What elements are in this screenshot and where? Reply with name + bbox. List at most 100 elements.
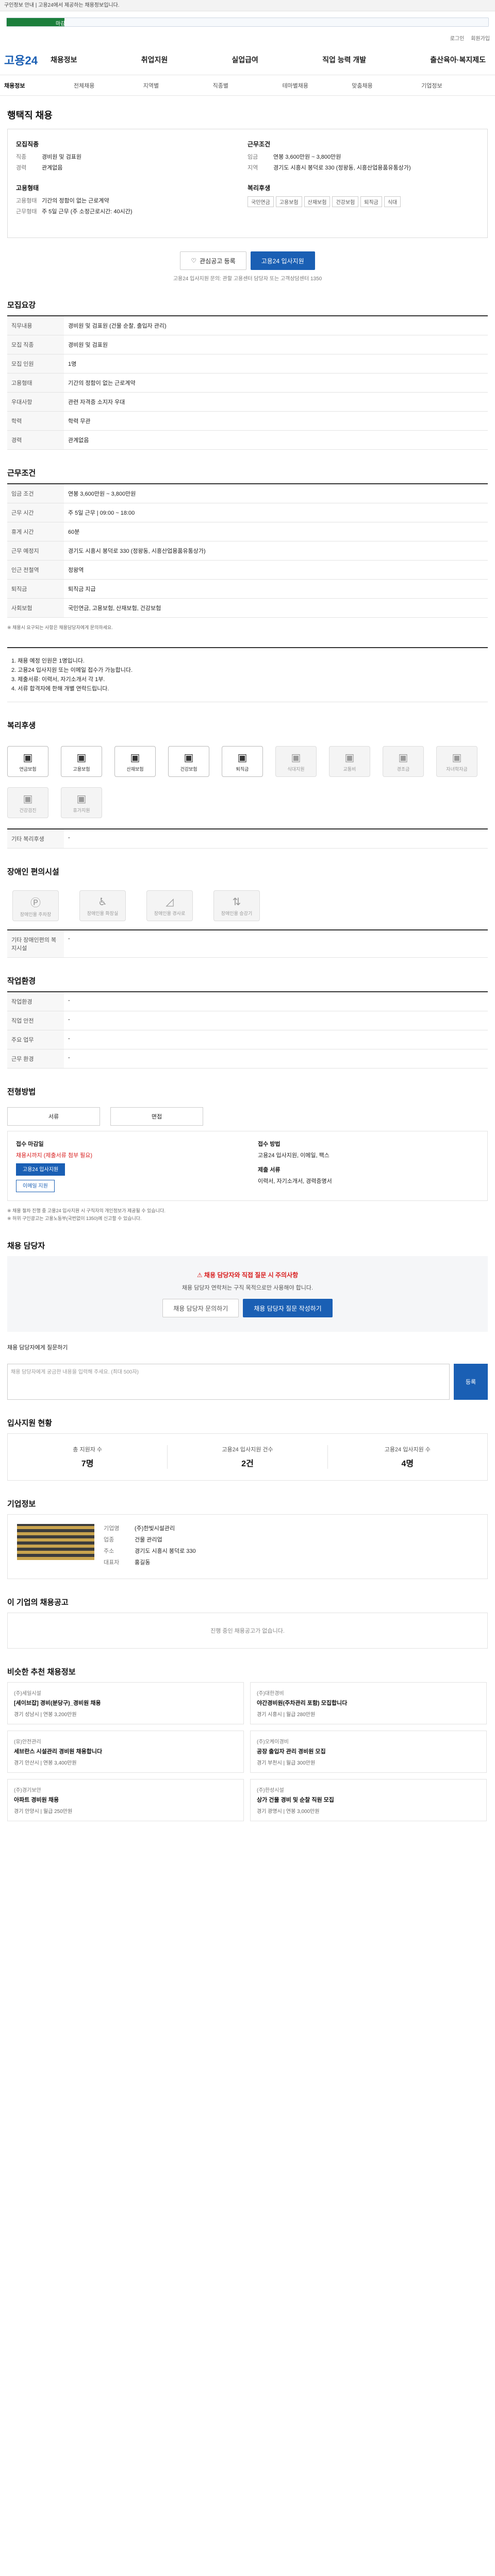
summary-occupation: 모집직종 직종 경비원 및 검표원 경력 관계없음 <box>16 140 248 174</box>
qna-alert-head: ⚠ 채용 담당자와 직접 질문 시 주의사항 <box>7 1270 488 1279</box>
signup-link[interactable]: 회원가입 <box>471 36 490 42</box>
email-apply-button[interactable]: 이메일 지원 <box>16 1180 55 1192</box>
barrier-grid: Ⓟ 장애인용 주차장 ♿ 장애인용 화장실 ◿ 장애인용 경사로 ⇅ 장애인용 승강기 <box>7 882 488 929</box>
process-methods: 서류 면접 <box>7 1102 488 1131</box>
qna-inquiry-button[interactable]: 채용 담당자 문의하기 <box>162 1299 239 1317</box>
primary-actions: ♡ 관심공고 등록 고용24 입사지원 <box>7 251 488 270</box>
welfare-label: 교통비 <box>343 766 356 772</box>
process-apply-button[interactable]: 고용24 입사지원 <box>16 1163 65 1176</box>
apply-deadline-value: 채용시까지 (제출서류 첨부 필요) <box>16 1153 93 1159</box>
stat-value: 2건 <box>241 1460 254 1468</box>
summary-value: 경기도 시흥시 봉덕로 330 (정왕동, 시흥산업용품유통상가) <box>273 165 411 171</box>
table-row: 인근 전철역 정왕역 <box>7 560 488 580</box>
barrier-item-restroom: ♿ 장애인용 화장실 <box>79 890 126 921</box>
qna-alert: ⚠ 채용 담당자와 직접 질문 시 주의사항 채용 담당자 연락처는 구직 목적… <box>7 1256 488 1332</box>
recommend-card[interactable]: (주)한성시설 상가 건물 경비 및 순찰 직원 모집 경기 광명시 | 연봉 3,… <box>250 1779 487 1821</box>
welfare-label: 건강보험 <box>180 766 197 772</box>
subnav-theme[interactable]: 테마별채용 <box>282 81 352 90</box>
table-row: 퇴직금 퇴직금 지급 <box>7 579 488 599</box>
qna-alert-buttons: 채용 담당자 문의하기 채용 담당자 질문 작성하기 <box>7 1299 488 1317</box>
row-key: 퇴직금 <box>7 579 64 599</box>
company-key: 기업명 <box>104 1526 120 1532</box>
subnav-all[interactable]: 전체채용 <box>74 81 143 90</box>
subnav-company[interactable]: 기업정보 <box>421 81 491 90</box>
qna-submit-button[interactable]: 등록 <box>454 1364 488 1400</box>
subnav-category[interactable]: 직종별 <box>213 81 283 90</box>
summary-key: 경력 <box>16 165 27 171</box>
warning-icon: ⚠ <box>196 1272 204 1279</box>
section-barrier-title: 장애인 편의시설 <box>7 868 59 876</box>
recommend-meta: 경기 안산시 | 연봉 3,400만원 <box>14 1760 77 1766</box>
apply-button[interactable]: 고용24 입사지원 <box>250 251 315 270</box>
company-key: 주소 <box>104 1548 114 1554</box>
section-recruit-title: 모집요강 <box>7 301 36 310</box>
site-logo[interactable]: 고용24 <box>4 52 51 68</box>
welfare-tag: 산재보험 <box>304 196 331 207</box>
apply-method: 접수 방법 고용24 입사지원, 이메일, 팩스 제출 서류 이력서, 자기소개… <box>258 1140 479 1192</box>
restroom-icon: ♿ <box>98 896 107 908</box>
company-info: 기업명 (주)한빛시설관리 업종 건물 관리업 주소 경기도 시흥시 봉덕로 330 … <box>104 1524 478 1569</box>
summary-value: 연봉 3,600만원 ~ 3,800만원 <box>273 154 341 160</box>
gnb-employment-support[interactable]: 취업지원 <box>141 55 168 65</box>
work-table: 임금 조건 연봉 3,600만원 ~ 3,800만원 근무 시간 주 5일 근무 |… <box>7 483 488 618</box>
company-value: 홍길동 <box>135 1560 151 1566</box>
recommend-card[interactable]: (주)오케이경비 공장 출입자 관리 경비원 모집 경기 부천시 | 월급 300만… <box>250 1731 487 1773</box>
welfare-icon: ▣ <box>398 752 408 764</box>
subnav-region[interactable]: 지역별 <box>143 81 213 90</box>
welfare-item: ▣ 건강보험 <box>168 746 209 777</box>
recommend-card[interactable]: (유)안전관리 세브란스 시설관리 경비원 채용합니다 경기 안산시 | 연봉 3,… <box>7 1731 244 1773</box>
summary-key: 임금 <box>248 154 258 160</box>
method-interview: 면접 <box>110 1107 203 1126</box>
footer-space <box>7 1821 488 1842</box>
recommend-company: (주)한성시설 <box>257 1788 284 1793</box>
recommend-card[interactable]: (주)경기보안 아파트 경비원 채용 경기 안양시 | 월급 250만원 <box>7 1779 244 1821</box>
job-title: 행택직 채용 <box>7 110 53 121</box>
recommend-meta: 경기 광명시 | 연봉 3,000만원 <box>257 1809 320 1815</box>
gnb-training[interactable]: 직업 능력 개발 <box>322 55 366 65</box>
summary-value: 경비원 및 검표원 <box>42 154 81 160</box>
env-table: 작업환경 - 직업 안전 - 주요 업무 - 근무 환경 - <box>7 991 488 1069</box>
subnav-custom[interactable]: 맞춤채용 <box>352 81 421 90</box>
welfare-label: 식대지원 <box>287 766 305 772</box>
welfare-label: 연금보험 <box>19 766 37 772</box>
welfare-label: 자녀학자금 <box>446 766 468 772</box>
recommend-title: 세브란스 시설관리 경비원 채용합니다 <box>14 1749 103 1755</box>
gnb-welfare[interactable]: 출산육아·복지제도 <box>430 55 486 65</box>
row-value: - <box>64 1011 488 1030</box>
welfare-tags: 국민연금 고용보험 산재보험 건강보험 퇴직금 식대 <box>248 196 474 207</box>
progress-track: 마감 <box>6 18 489 27</box>
summary-occupation-title: 모집직종 <box>16 141 39 148</box>
stat-label: 고용24 입사지원 수 <box>384 1447 431 1453</box>
recruit-table: 직무내용 경비원 및 검표원 (건물 순찰, 출입자 관리) 모집 직종 경비원 및… <box>7 315 488 450</box>
qna-textarea[interactable]: 채용 담당자에게 궁금한 내용을 입력해 주세요. (최대 500자) <box>7 1364 450 1400</box>
summary-value: 관계없음 <box>42 165 63 171</box>
company-box: 기업명 (주)한빛시설관리 업종 건물 관리업 주소 경기도 시흥시 봉덕로 330 … <box>7 1514 488 1579</box>
ramp-icon: ◿ <box>166 896 174 908</box>
welfare-label: 건강검진 <box>19 807 37 813</box>
gnb-unemployment-benefit[interactable]: 실업급여 <box>232 55 258 65</box>
recommend-card[interactable]: (주)대한경비 야간경비원(주차관리 포함) 모집합니다 경기 시흥시 | 월급 2… <box>250 1682 487 1724</box>
recommend-meta: 경기 시흥시 | 월급 280만원 <box>257 1712 316 1718</box>
login-link[interactable]: 로그인 <box>450 36 465 42</box>
section-qna-title: 채용 담당자 <box>7 1242 45 1250</box>
apply-deadline: 접수 마감일 채용시까지 (제출서류 첨부 필요) 고용24 입사지원 이메일 … <box>16 1140 237 1192</box>
job-summary: 모집직종 직종 경비원 및 검표원 경력 관계없음 근무조건 임금 연봉 3,600만… <box>7 129 488 238</box>
recommend-card[interactable]: (주)세일시설 [세이브잡] 경비(분당구)_경비원 채용 경기 성남시 | 연봉 … <box>7 1682 244 1724</box>
row-value: 관련 자격증 소지자 우대 <box>64 392 488 412</box>
subnav-jobs[interactable]: 채용정보 <box>4 81 74 90</box>
table-row: 근무 환경 - <box>7 1049 488 1069</box>
welfare-tag: 건강보험 <box>332 196 359 207</box>
stats-box: 총 지원자 수 7명 고용24 입사지원 건수 2건 고용24 입사지원 수 4명 <box>7 1433 488 1481</box>
qna-write-button[interactable]: 채용 담당자 질문 작성하기 <box>243 1299 333 1317</box>
barrier-note-table: 기타 장애인편의 복지시설 - <box>7 929 488 958</box>
save-job-button[interactable]: ♡ 관심공고 등록 <box>180 251 246 270</box>
row-key: 직업 안전 <box>7 1011 64 1030</box>
stat-value: 7명 <box>81 1460 94 1468</box>
row-value: - <box>64 1049 488 1069</box>
welfare-item: ▣ 경조금 <box>383 746 424 777</box>
elevator-icon: ⇅ <box>232 896 241 908</box>
gnb-jobs[interactable]: 채용정보 <box>51 55 77 65</box>
recommend-title: 아파트 경비원 채용 <box>14 1797 59 1803</box>
welfare-tag: 퇴직금 <box>360 196 382 207</box>
table-row: 작업환경 - <box>7 992 488 1011</box>
